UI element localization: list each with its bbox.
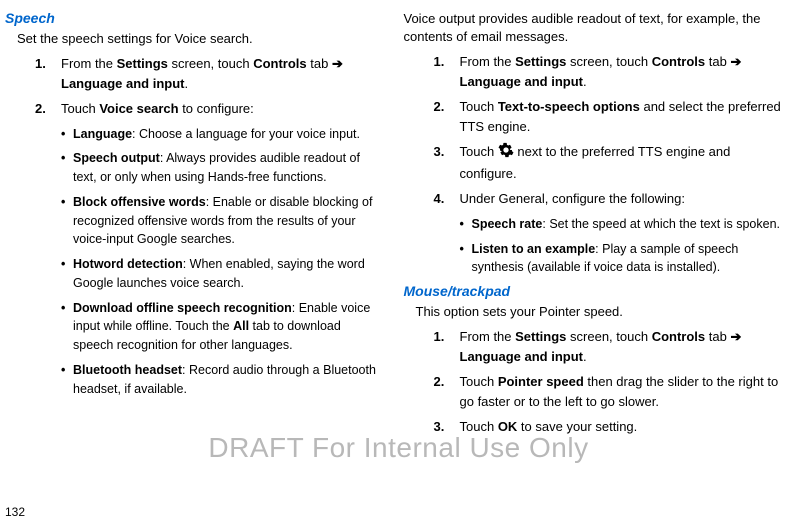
step-text: From the Settings screen, touch Controls… [61,54,384,93]
step-number: 3. [434,142,460,183]
step-text: Touch Pointer speed then drag the slider… [460,372,783,411]
list-item: 1. From the Settings screen, touch Contr… [434,327,783,366]
voice-output-intro: Voice output provides audible readout of… [404,10,783,46]
step-number: 3. [434,417,460,437]
step-number: 2. [434,97,460,136]
mouse-steps: 1. From the Settings screen, touch Contr… [434,327,783,437]
list-item: 2. Touch Text-to-speech options and sele… [434,97,783,136]
list-item: Language: Choose a language for your voi… [61,125,384,144]
step-text: Touch next to the preferred TTS engine a… [460,142,783,183]
speech-steps: 1. From the Settings screen, touch Contr… [35,54,384,119]
step-text: From the Settings screen, touch Controls… [460,327,783,366]
step-number: 2. [35,99,61,119]
list-item: Speech output: Always provides audible r… [61,149,384,187]
step-number: 1. [35,54,61,93]
list-item: 1. From the Settings screen, touch Contr… [35,54,384,93]
step-text: Touch Voice search to configure: [61,99,384,119]
list-item: 2. Touch Pointer speed then drag the sli… [434,372,783,411]
left-column: Speech Set the speech settings for Voice… [5,10,384,443]
list-item: Block offensive words: Enable or disable… [61,193,384,249]
speech-intro: Set the speech settings for Voice search… [17,30,384,48]
step-number: 2. [434,372,460,411]
gear-icon [498,142,514,164]
mouse-heading: Mouse/trackpad [404,283,783,299]
list-item: 1. From the Settings screen, touch Contr… [434,52,783,91]
list-item: Speech rate: Set the speed at which the … [460,215,783,234]
step-number: 4. [434,189,460,209]
mouse-intro: This option sets your Pointer speed. [416,303,783,321]
step-text: Touch OK to save your setting. [460,417,783,437]
step-text: Touch Text-to-speech options and select … [460,97,783,136]
list-item: Bluetooth headset: Record audio through … [61,361,384,399]
right-column: Voice output provides audible readout of… [404,10,783,443]
list-item: Hotword detection: When enabled, saying … [61,255,384,293]
list-item: Listen to an example: Play a sample of s… [460,240,783,278]
step-number: 1. [434,52,460,91]
list-item: Download offline speech recognition: Ena… [61,299,384,355]
speech-bullets: Language: Choose a language for your voi… [61,125,384,399]
step-text: From the Settings screen, touch Controls… [460,52,783,91]
step-number: 1. [434,327,460,366]
page-number: 132 [5,505,25,519]
list-item: 3. Touch OK to save your setting. [434,417,783,437]
speech-heading: Speech [5,10,384,26]
list-item: 2. Touch Voice search to configure: [35,99,384,119]
voice-output-steps: 1. From the Settings screen, touch Contr… [434,52,783,209]
list-item: 4. Under General, configure the followin… [434,189,783,209]
voice-output-bullets: Speech rate: Set the speed at which the … [460,215,783,277]
step-text: Under General, configure the following: [460,189,783,209]
list-item: 3. Touch next to the preferred TTS engin… [434,142,783,183]
